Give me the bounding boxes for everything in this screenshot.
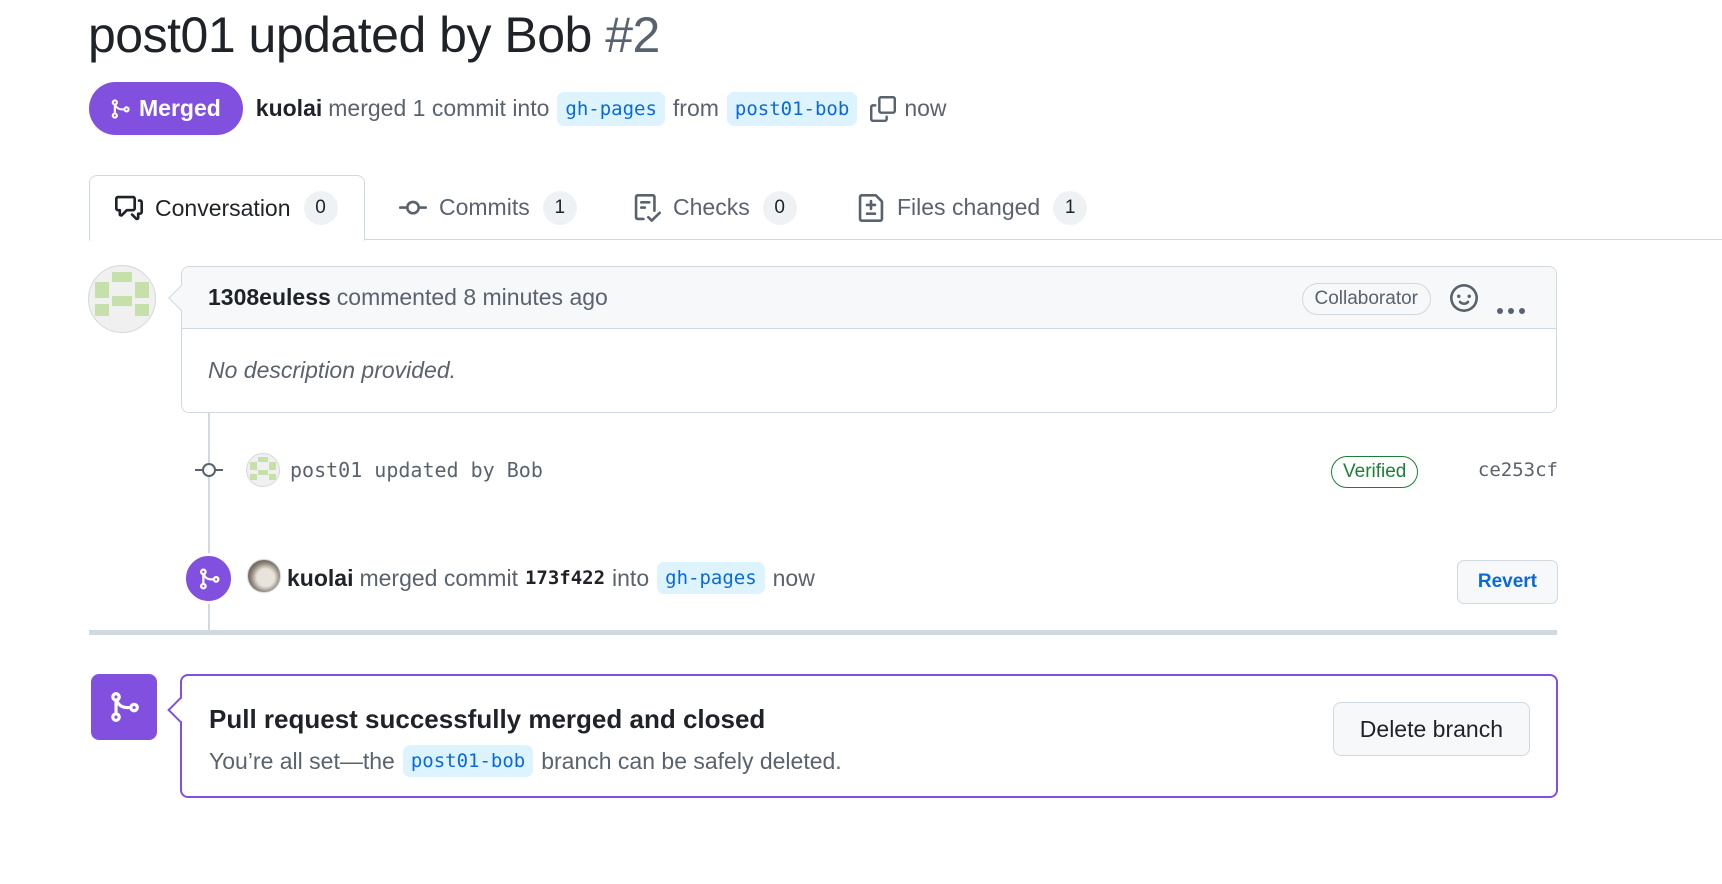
pr-tabs: Conversation 0 Commits 1 Checks 0 Files …	[89, 175, 1722, 241]
pr-meta: Merged kuolai merged 1 commit into gh-pa…	[89, 82, 947, 135]
merged-status-box: Pull request successfully merged and clo…	[167, 674, 1558, 798]
tab-counter: 1	[1053, 190, 1088, 225]
base-branch[interactable]: gh-pages	[557, 91, 665, 126]
checklist-icon	[634, 193, 661, 222]
pr-title-text: post01 updated by Bob	[88, 7, 592, 63]
pr-number: #2	[605, 7, 660, 63]
comment-options-button[interactable]	[1496, 294, 1526, 321]
timeline-divider	[89, 630, 1557, 635]
smiley-icon	[1450, 284, 1478, 312]
into-text: into	[612, 564, 650, 591]
merged-desc-after: branch can be safely deleted.	[541, 747, 842, 774]
role-badge: Collaborator	[1301, 283, 1431, 315]
from-text: from	[672, 95, 719, 121]
comment-header: 1308euless commented 8 minutes ago Colla…	[168, 267, 1556, 329]
comment-caret	[168, 285, 194, 311]
identicon-block	[269, 462, 276, 470]
tab-label: Commits	[439, 194, 530, 220]
state-label: Merged	[139, 95, 221, 121]
merged-desc-before: You’re all set—the	[209, 747, 395, 774]
merge-event-badge	[183, 553, 234, 604]
tab-label: Files changed	[897, 194, 1041, 220]
identicon-block	[258, 470, 268, 475]
merged-title: Pull request successfully merged and clo…	[209, 704, 766, 734]
add-reaction-button[interactable]	[1450, 284, 1478, 318]
git-merge-icon	[111, 98, 130, 119]
state-badge: Merged	[89, 82, 243, 135]
file-diff-icon	[858, 193, 884, 222]
pr-description-comment: 1308euless commented 8 minutes ago Colla…	[168, 266, 1557, 413]
merge-actor[interactable]: kuolai	[287, 565, 353, 592]
merge-event-time[interactable]: now	[773, 565, 815, 592]
avatar[interactable]	[88, 265, 156, 333]
tab-files-changed[interactable]: Files changed 1	[857, 175, 1088, 240]
avatar[interactable]	[246, 453, 280, 487]
identicon-block	[250, 462, 257, 470]
merge-target-branch[interactable]: gh-pages	[657, 562, 765, 594]
tab-counter: 0	[762, 190, 797, 225]
git-commit-icon	[399, 200, 427, 215]
delete-branch-button[interactable]: Delete branch	[1332, 702, 1530, 756]
timeline-merge-event: kuolai merged commit 173f422 into gh-pag…	[183, 553, 1558, 605]
tab-checks[interactable]: Checks 0	[633, 175, 797, 240]
verified-badge[interactable]: Verified	[1331, 456, 1419, 488]
tab-commits[interactable]: Commits 1	[399, 175, 577, 240]
merger-link[interactable]: kuolai	[256, 95, 322, 122]
commit-sha[interactable]: ce253cf	[1478, 459, 1558, 481]
merge-text: merged 1 commit into	[328, 95, 550, 121]
deletable-branch[interactable]: post01-bob	[402, 745, 534, 777]
identicon-block	[269, 474, 276, 480]
identicon-block	[95, 282, 109, 298]
identicon-block	[258, 457, 268, 462]
revert-button[interactable]: Revert	[1456, 560, 1558, 604]
timeline-commit: post01 updated by Bob Verified ce253cf	[190, 450, 1558, 490]
identicon-block	[135, 304, 149, 316]
merged-box-caret	[167, 697, 193, 723]
merge-event-label: merged commit	[359, 564, 518, 591]
comment-body: No description provided.	[208, 357, 457, 383]
tab-counter: 0	[303, 191, 338, 225]
commit-message[interactable]: post01 updated by Bob	[290, 458, 543, 482]
identicon-block	[135, 282, 149, 298]
identicon-block	[95, 304, 109, 316]
git-merge-icon	[199, 568, 220, 589]
copy-icon	[870, 95, 897, 122]
identicon-block	[112, 296, 132, 306]
merged-status-icon	[91, 674, 157, 740]
head-branch[interactable]: post01-bob	[726, 91, 858, 126]
git-commit-icon	[195, 461, 223, 484]
copy-branch-button[interactable]	[870, 95, 897, 122]
merge-commit-sha[interactable]: 173f422	[525, 567, 605, 589]
kebab-horizontal-icon	[1497, 308, 1525, 314]
identicon-block	[112, 272, 132, 282]
merge-time: now	[904, 95, 947, 121]
tab-label: Conversation	[155, 194, 291, 221]
tab-counter: 1	[542, 190, 577, 225]
tab-conversation[interactable]: Conversation 0	[89, 175, 365, 241]
identicon-block	[250, 474, 257, 480]
comment-author[interactable]: 1308euless	[208, 284, 331, 311]
avatar[interactable]	[247, 559, 281, 593]
comment-discussion-icon	[115, 195, 143, 221]
git-merge-icon	[111, 692, 139, 722]
comment-action[interactable]: commented 8 minutes ago	[337, 284, 608, 311]
pr-title: post01 updated by Bob #2	[88, 6, 660, 64]
tab-label: Checks	[673, 194, 750, 220]
merge-event-text: kuolai merged commit 173f422 into gh-pag…	[287, 562, 815, 594]
merged-description: You’re all set—the post01-bob branch can…	[209, 745, 842, 777]
